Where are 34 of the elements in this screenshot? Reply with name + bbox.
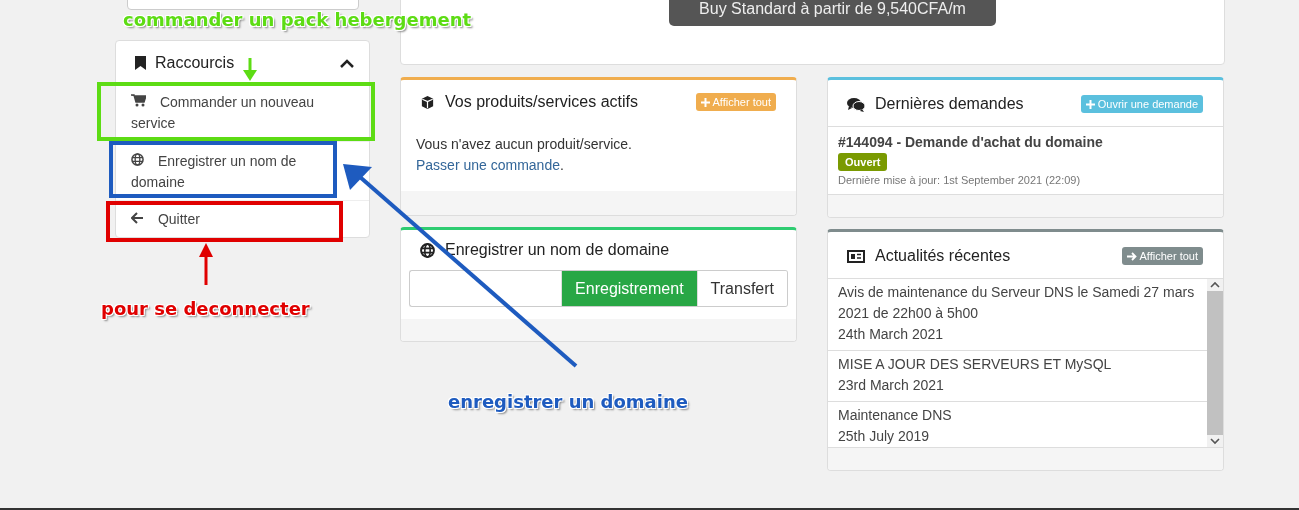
shortcut-link[interactable]: Commander un nouveau service [131,90,329,134]
comments-icon [847,96,865,112]
panel-title: Actualités récentes [875,247,1012,265]
scroll-down-icon[interactable] [1210,438,1220,445]
panel-title: Enregistrer un nom de domaine [445,241,671,259]
status-badge: Ouvert [838,153,888,171]
annotation-label: enregistrer un domaine [448,391,688,412]
newspaper-icon [847,249,865,263]
panel-title: Vos produits/services actifs [445,93,639,111]
scrollbar[interactable] [1207,279,1223,447]
annotation-label: pour se deconnecter [101,298,310,319]
panel-title: Dernières demandes [875,95,1025,113]
scroll-up-icon[interactable] [1210,281,1220,288]
ticket-updated-text: Dernière mise à jour: 1st September 2021 (22:09) [838,174,1081,186]
annotation-label: commander un pack hebergement [123,9,472,30]
empty-message: Vous n'avez aucun produit/service. Passer une commande. [416,135,633,175]
panel-title: Raccourcis [155,54,235,72]
globe-icon [131,153,144,166]
order-link[interactable]: Passer une commande [416,157,560,173]
down-arrow [240,58,260,82]
plus-icon [700,97,710,107]
arrow-right-icon [1126,251,1137,261]
buy-button[interactable]: Buy Standard à partir de 9,540CFA/m [669,0,996,26]
up-arrow [196,243,216,285]
back-arrow-icon [131,212,144,224]
cart-icon [131,94,146,107]
globe-icon [420,242,435,258]
bookmark-icon [135,56,146,70]
shortcut-link[interactable]: Quitter [131,208,200,230]
plus-icon [1085,99,1095,109]
ticket-title-link[interactable]: #144094 - Demande d'achat du domaine [838,134,1103,150]
cube-icon [420,94,435,110]
chevron-icon[interactable] [340,58,354,68]
shortcut-link[interactable]: Enregistrer un nom de domaine [131,149,329,193]
